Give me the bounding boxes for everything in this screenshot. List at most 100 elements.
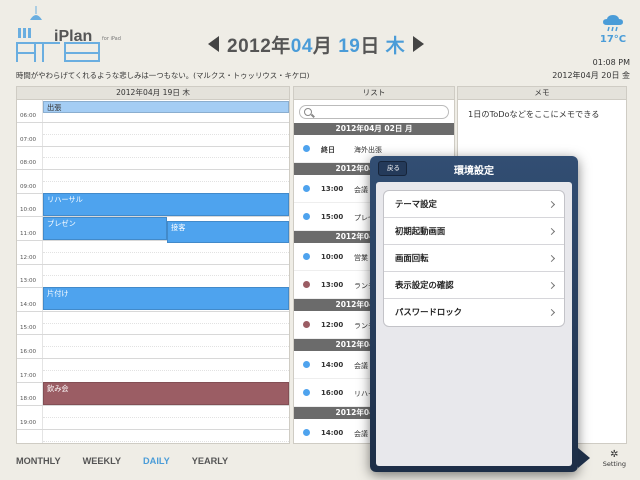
tab-yearly[interactable]: YEARLY (192, 456, 228, 466)
event-drinking-party[interactable]: 飲み会 (43, 382, 289, 405)
popover-header: 戻る 環境設定 (370, 156, 578, 182)
menu-item-rotation[interactable]: 画面回転 (384, 245, 564, 272)
event-customer-service[interactable]: 接客 (167, 221, 289, 243)
list-item-title: 会議 (354, 430, 368, 438)
list-item-time: 14:00 (321, 361, 344, 369)
hour-label: 16:00 (20, 349, 37, 355)
list-item-time: 10:00 (321, 253, 344, 261)
half-hour-line (43, 322, 289, 324)
hour-label: 15:00 (20, 325, 37, 332)
memo-text[interactable]: 1日のToDoなどをここにメモできる (458, 100, 626, 129)
gear-icon: ✲ (610, 449, 619, 460)
date-navigator: 2012年04月 19日 木 (208, 30, 425, 58)
popover-body: テーマ設定 初期起動画面 画面回転 表示設定の確認 パスワードロック (376, 182, 572, 466)
list-search-box[interactable] (299, 105, 449, 125)
setting-label: Setting (602, 460, 626, 468)
event-cleanup[interactable]: 片付け (43, 287, 289, 310)
menu-item-password-lock[interactable]: パスワードロック (384, 299, 564, 326)
event-presentation[interactable]: プレゼン (43, 217, 167, 240)
chevron-right-icon (547, 227, 556, 236)
hour-label: 10:00 (20, 207, 37, 214)
event-color-dot (303, 213, 310, 220)
hour-label: 18:00 (20, 396, 37, 403)
half-hour-line (43, 157, 289, 159)
date-month-unit: 月 (312, 35, 333, 57)
date-year: 2012年 (227, 35, 291, 57)
half-hour-line (43, 251, 289, 253)
list-search-input[interactable] (300, 113, 448, 125)
half-hour-line (43, 275, 289, 277)
weather-widget: 17°C (598, 14, 628, 45)
list-item-time: 13:00 (321, 185, 344, 193)
menu-item-display-check[interactable]: 表示設定の確認 (384, 272, 564, 299)
event-color-dot (303, 361, 310, 368)
menu-item-theme[interactable]: テーマ設定 (384, 191, 564, 218)
hour-label: 07:00 (20, 136, 37, 143)
hour-label: 06:00 (20, 113, 37, 119)
view-tabs: MONTHLY WEEKLY DAILY YEARLY (16, 456, 250, 466)
list-item-time: 16:00 (321, 389, 344, 397)
hour-line (17, 145, 289, 147)
current-time: 01:08 PM (592, 58, 630, 67)
previous-day-arrow-icon[interactable] (208, 36, 219, 52)
app-subtitle: for iPad (102, 36, 121, 42)
popover-arrow (578, 448, 590, 468)
list-item-time: 13:00 (321, 281, 344, 289)
event-title: 出張 (47, 103, 62, 112)
hour-label: 14:00 (20, 301, 37, 308)
list-item-title: 会議 (354, 186, 368, 194)
tab-monthly[interactable]: MONTHLY (16, 456, 61, 466)
temperature: 17°C (599, 34, 627, 45)
menu-item-label: テーマ設定 (395, 199, 437, 209)
tab-daily[interactable]: DAILY (143, 456, 170, 466)
chevron-right-icon (547, 308, 556, 317)
event-color-dot (303, 321, 310, 328)
list-item-title: 海外出張 (354, 146, 382, 154)
hour-label: 13:00 (20, 278, 37, 285)
event-color-dot (303, 389, 310, 396)
hour-label: 09:00 (20, 183, 37, 190)
event-rehearsal[interactable]: リハーサル (43, 193, 289, 216)
half-hour-line (43, 346, 289, 348)
hour-label: 12:00 (20, 254, 37, 261)
event-color-dot (303, 253, 310, 260)
setting-button[interactable]: ✲ Setting (602, 449, 626, 469)
tab-weekly[interactable]: WEEKLY (83, 456, 121, 466)
chevron-right-icon (547, 254, 556, 263)
event-business-trip[interactable]: 出張 (43, 101, 289, 113)
hour-line (17, 310, 289, 312)
date-day-unit: 日 (360, 35, 380, 57)
half-hour-line (43, 133, 289, 135)
hour-line (17, 263, 289, 265)
half-hour-line (43, 440, 289, 442)
settings-menu: テーマ設定 初期起動画面 画面回転 表示設定の確認 パスワードロック (383, 190, 565, 327)
daily-quote: 時間がやわらげてくれるような悲しみは一つもない。(マルクス・トゥッリウス・キケロ… (16, 71, 310, 80)
hour-label: 08:00 (20, 160, 37, 167)
event-title: リハーサル (47, 195, 83, 204)
list-item-title: 会議 (354, 362, 368, 370)
list-heading: リスト (293, 86, 455, 100)
chevron-right-icon (547, 281, 556, 290)
popover-title: 環境設定 (454, 166, 494, 177)
day-timeline[interactable]: 06:00 07:00 08:00 09:00 10:00 11:00 12:00 13:00… (16, 100, 290, 444)
hour-line (17, 358, 289, 359)
hour-line (17, 169, 289, 171)
event-color-dot (303, 145, 310, 152)
menu-item-startup-screen[interactable]: 初期起動画面 (384, 218, 564, 245)
app-name: iPlan (54, 28, 93, 45)
chevron-right-icon (547, 200, 556, 209)
half-hour-line (43, 369, 289, 371)
date-month: 04 (290, 35, 313, 57)
next-day-arrow-icon[interactable] (413, 36, 425, 52)
hour-label: 17:00 (20, 372, 37, 379)
settings-popover: 戻る 環境設定 テーマ設定 初期起動画面 画面回転 表示設定の確認 パスワードロ… (370, 156, 578, 472)
memo-heading: メモ (457, 86, 627, 100)
hour-label: 11:00 (20, 231, 37, 237)
date-weekday: 木 (385, 35, 406, 57)
list-item-time: 終日 (321, 146, 335, 154)
menu-item-label: 表示設定の確認 (395, 280, 454, 290)
current-date: 2012年04月 19日 木 (227, 31, 405, 58)
menu-item-label: 初期起動画面 (395, 226, 446, 236)
event-title: 接客 (171, 223, 186, 232)
half-hour-line (43, 417, 289, 418)
